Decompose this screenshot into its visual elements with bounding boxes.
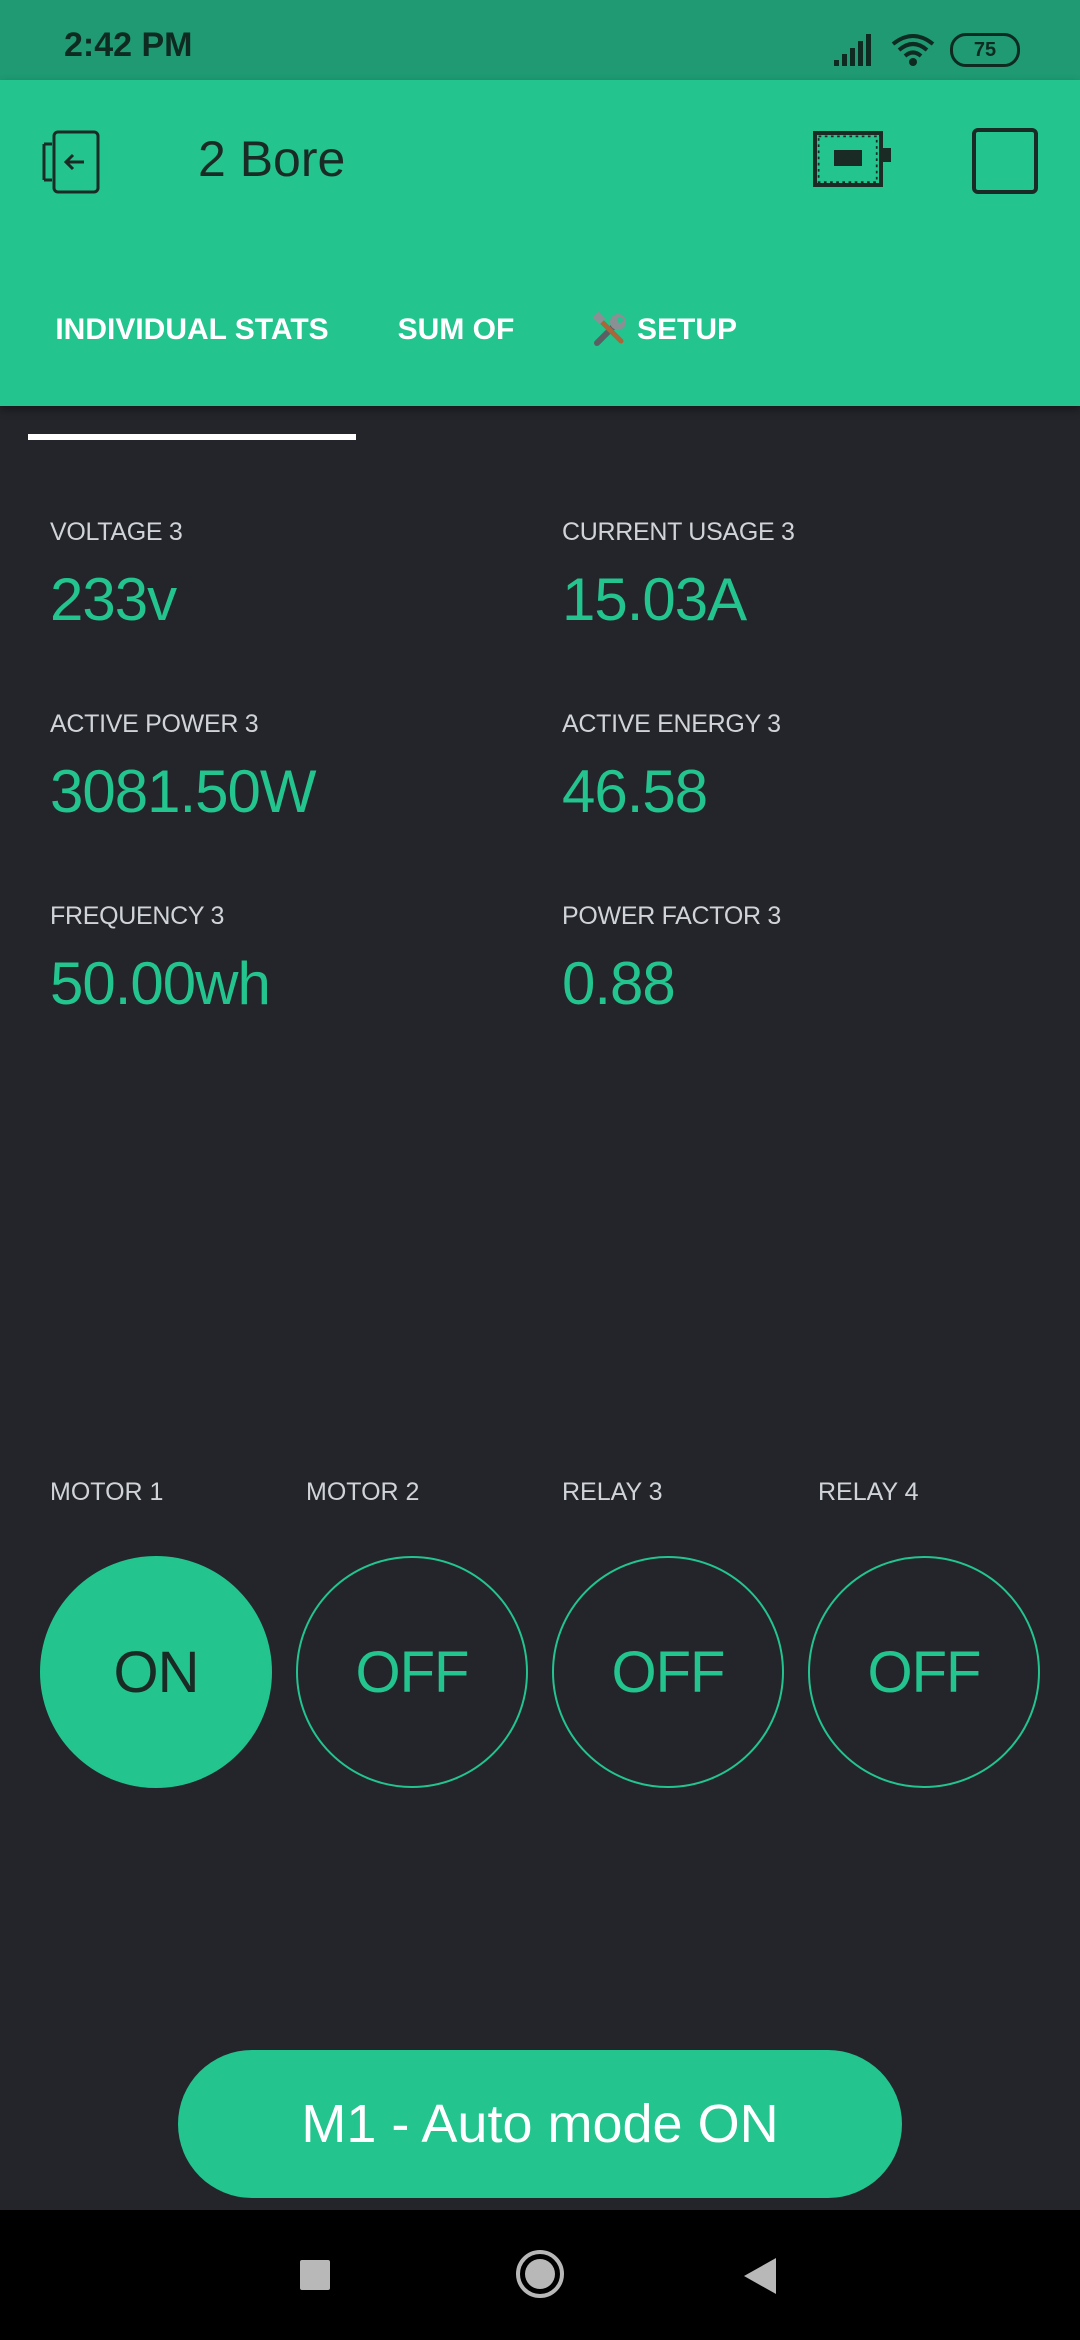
tab-individual-stats[interactable]: INDIVIDUAL STATS [28, 300, 356, 360]
stat-label: CURRENT USAGE 3 [562, 518, 795, 546]
stat-power-factor: POWER FACTOR 3 0.88 [562, 902, 1042, 1018]
stat-label: POWER FACTOR 3 [562, 902, 781, 930]
switch-label-relay-3: RELAY 3 [562, 1478, 663, 1506]
tab-indicator [28, 434, 356, 440]
tab-sum-of[interactable]: SUM OF [380, 300, 532, 360]
stat-frequency: FREQUENCY 3 50.00wh [50, 902, 530, 1018]
switch-state: ON [113, 1639, 200, 1705]
status-icons: 75 [832, 30, 1020, 70]
relay-3-button[interactable]: OFF [552, 1556, 784, 1788]
auto-mode-label: M1 - Auto mode ON [301, 2094, 779, 2154]
stat-label: VOLTAGE 3 [50, 518, 183, 546]
back-icon[interactable] [40, 126, 112, 198]
switch-state: OFF [867, 1639, 982, 1705]
switch-label-relay-4: RELAY 4 [818, 1478, 919, 1506]
stat-label: ACTIVE POWER 3 [50, 710, 259, 738]
recent-apps-icon[interactable] [300, 2260, 330, 2290]
tab-setup[interactable]: SETUP [584, 300, 744, 360]
stat-label: ACTIVE ENERGY 3 [562, 710, 781, 738]
tab-bar: INDIVIDUAL STATS SUM OF SETUP [0, 280, 1080, 440]
motor-1-button[interactable]: ON [40, 1556, 272, 1788]
tab-label: INDIVIDUAL STATS [55, 313, 329, 346]
battery-icon: 75 [950, 33, 1020, 67]
status-time: 2:42 PM [64, 26, 193, 64]
wifi-icon [891, 34, 935, 66]
stat-current-usage: CURRENT USAGE 3 15.03A [562, 518, 1042, 634]
stat-value: 0.88 [562, 950, 676, 1017]
auto-mode-button[interactable]: M1 - Auto mode ON [178, 2050, 902, 2198]
switch-label-motor-2: MOTOR 2 [306, 1478, 420, 1506]
tools-icon [592, 311, 626, 346]
stat-value: 233v [50, 566, 177, 633]
stat-value: 50.00wh [50, 950, 271, 1017]
home-icon[interactable] [514, 2248, 566, 2300]
stat-value: 15.03A [562, 566, 747, 633]
stat-active-energy: ACTIVE ENERGY 3 46.58 [562, 710, 1042, 826]
relay-4-button[interactable]: OFF [808, 1556, 1040, 1788]
stat-label: FREQUENCY 3 [50, 902, 225, 930]
stat-value: 3081.50W [50, 758, 317, 825]
stat-value: 46.58 [562, 758, 708, 825]
app-title: 2 Bore [198, 131, 346, 187]
navigation-bar [0, 2210, 1080, 2340]
signal-icon [834, 34, 871, 66]
square-icon[interactable] [972, 128, 1038, 194]
stat-voltage: VOLTAGE 3 233v [50, 518, 530, 634]
tab-label: SETUP [636, 313, 738, 346]
stat-active-power: ACTIVE POWER 3 3081.50W [50, 710, 530, 826]
app-header: 2 Bore INDIVIDUAL STATS SUM OF SETUP [0, 80, 1080, 440]
motor-2-button[interactable]: OFF [296, 1556, 528, 1788]
switch-state: OFF [611, 1639, 726, 1705]
switch-label-motor-1: MOTOR 1 [50, 1478, 164, 1506]
device-icon[interactable] [812, 128, 894, 190]
switch-state: OFF [355, 1639, 470, 1705]
nav-back-icon[interactable] [742, 2256, 778, 2296]
tab-label: SUM OF [397, 313, 515, 346]
status-bar: 2:42 PM 75 [0, 0, 1080, 80]
